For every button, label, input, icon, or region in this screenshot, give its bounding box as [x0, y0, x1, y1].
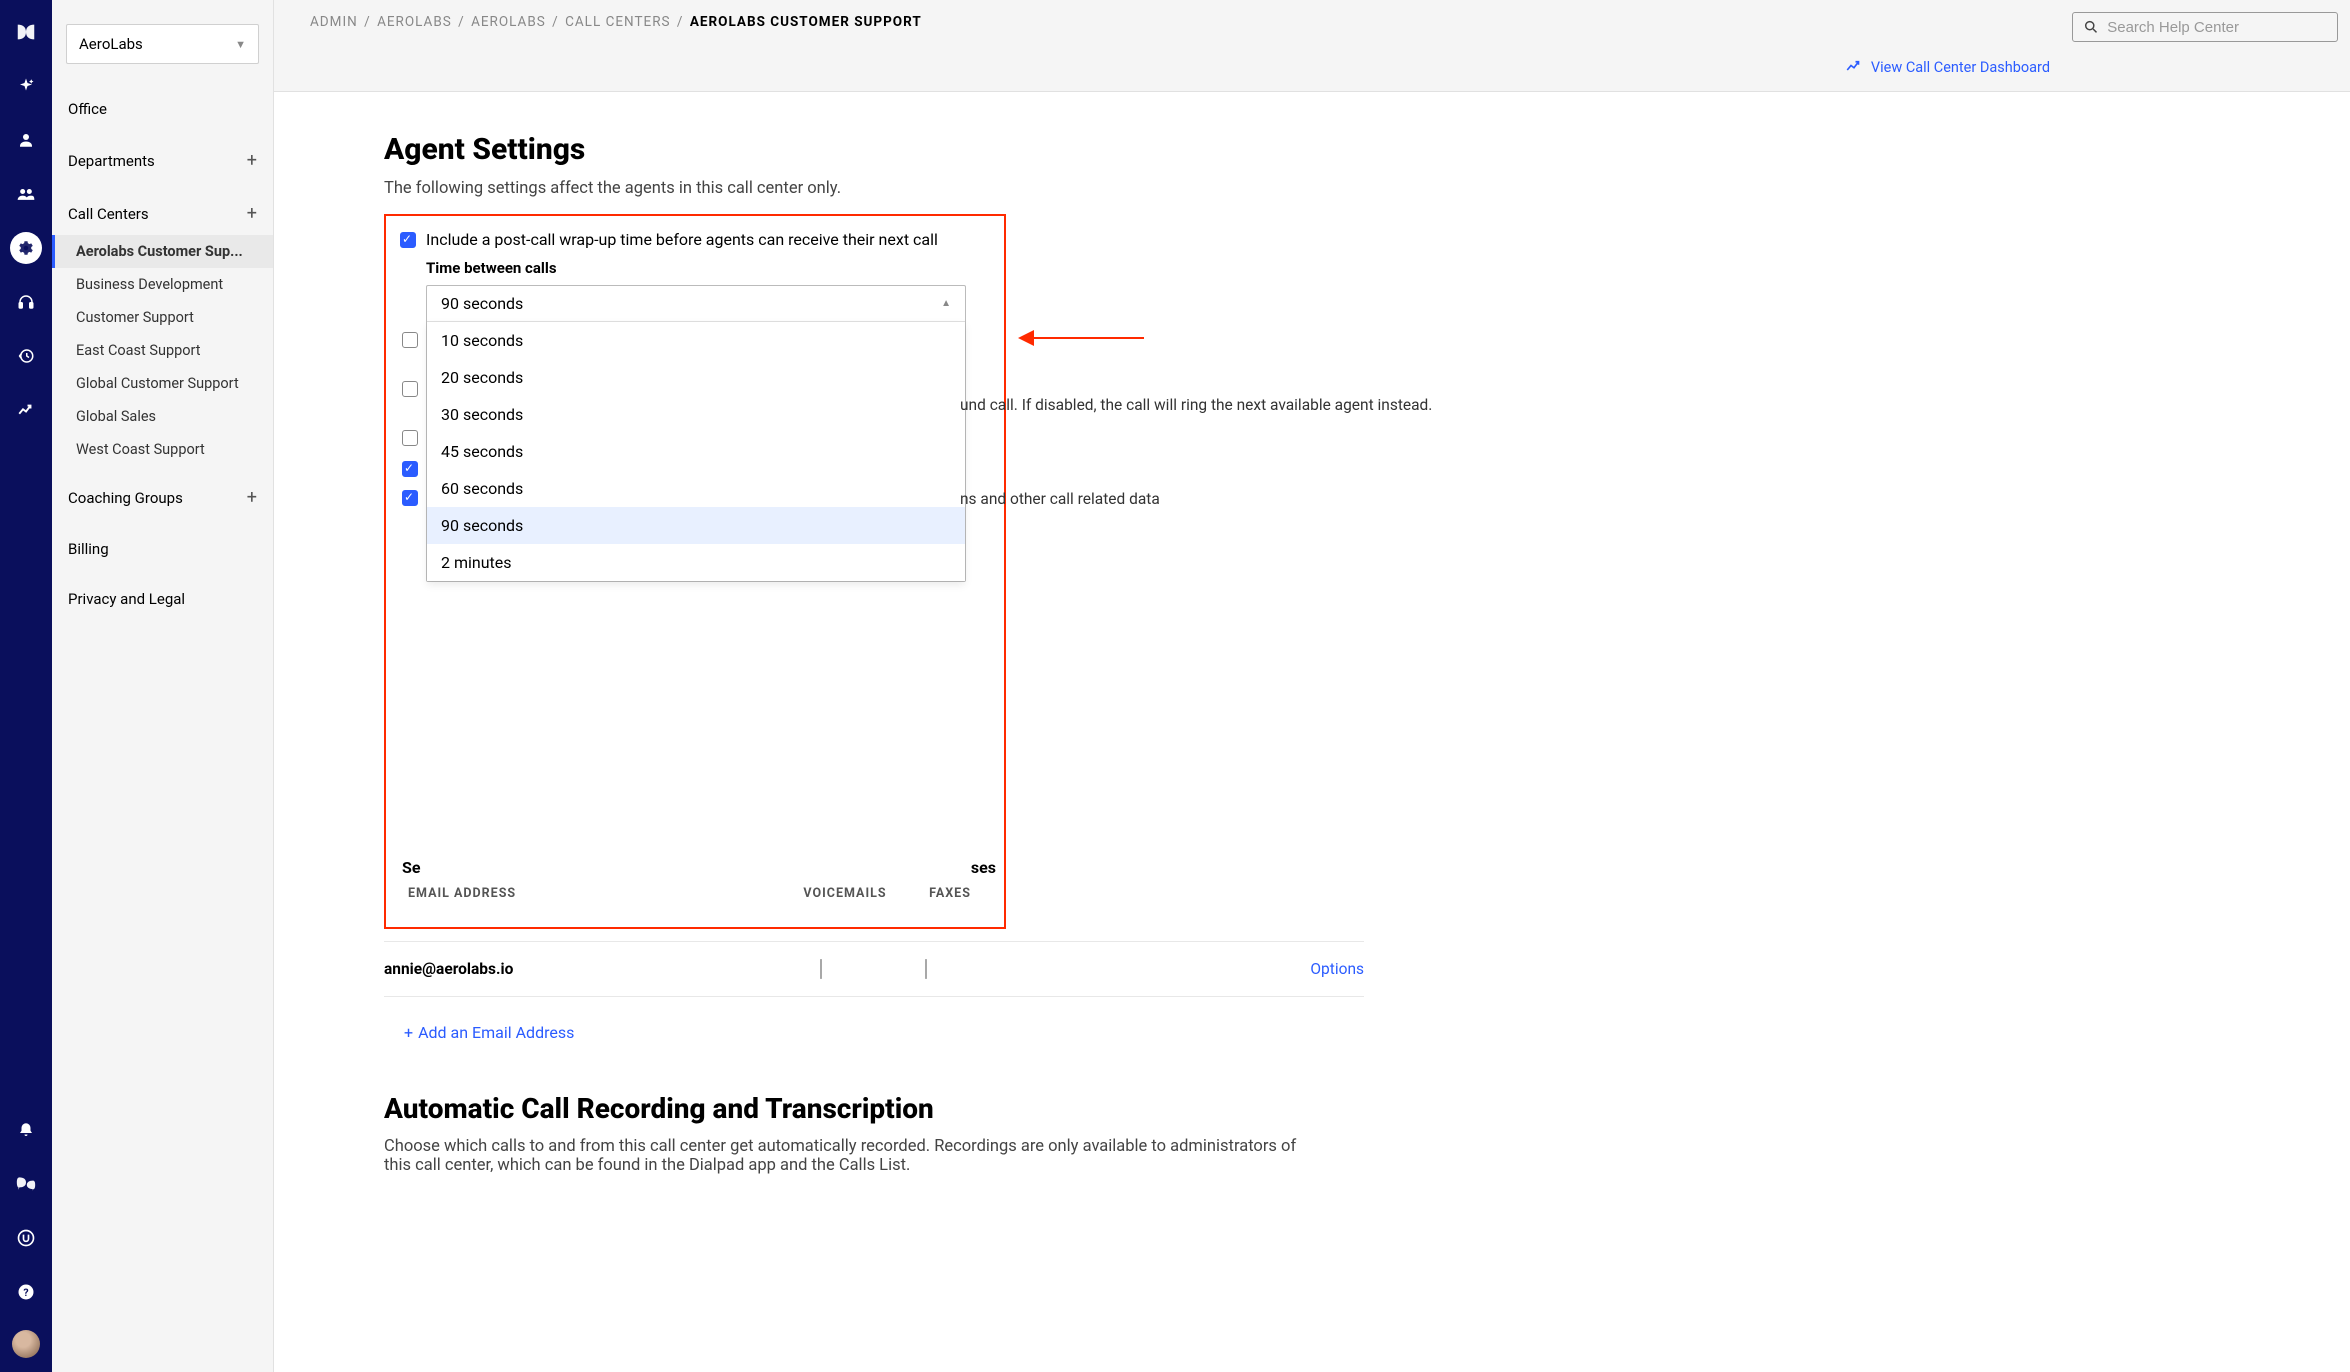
partial-se: Se — [402, 858, 421, 877]
email-row: annie@aerolabs.io Options — [384, 941, 1364, 997]
recording-title: Automatic Call Recording and Transcripti… — [384, 1092, 2290, 1125]
opt-45s[interactable]: 45 seconds — [427, 433, 965, 470]
col-fax: FAXES — [910, 886, 990, 901]
opt-30s[interactable]: 30 seconds — [427, 396, 965, 433]
nav-departments[interactable]: Departments + — [52, 139, 273, 182]
fax-checkbox[interactable] — [925, 959, 927, 979]
sparkle-icon[interactable] — [10, 70, 42, 102]
nav-privacy[interactable]: Privacy and Legal — [52, 579, 273, 619]
trend-icon — [1845, 58, 1863, 76]
partial-data-text: ns and other call related data — [960, 490, 1160, 508]
search-input[interactable] — [2107, 19, 2327, 36]
u-icon[interactable] — [10, 1222, 42, 1254]
crumb-current: AEROLABS CUSTOMER SUPPORT — [690, 14, 922, 30]
headset-icon[interactable] — [10, 286, 42, 318]
analytics-icon[interactable] — [10, 394, 42, 426]
chevron-up-icon: ▲ — [941, 298, 951, 309]
obscured-checkbox-2[interactable] — [402, 381, 418, 397]
sidebar-item-global-sales[interactable]: Global Sales — [52, 400, 273, 433]
bell-icon[interactable] — [10, 1114, 42, 1146]
partial-disabled-text: und call. If disabled, the call will rin… — [960, 396, 1432, 414]
col-vm: VOICEMAILS — [780, 886, 910, 901]
top-bar: ADMIN / AEROLABS / AEROLABS / CALL CENTE… — [274, 0, 2350, 92]
obscured-checkbox-4[interactable] — [402, 461, 418, 477]
nav-billing[interactable]: Billing — [52, 529, 273, 569]
svg-text:?: ? — [23, 1286, 28, 1299]
obscured-checkbox-5[interactable] — [402, 490, 418, 506]
chat-icon[interactable] — [10, 1168, 42, 1200]
nav-office[interactable]: Office — [52, 89, 273, 129]
sidebar-item-aerolabs-cs[interactable]: Aerolabs Customer Sup... — [52, 235, 273, 268]
search-box[interactable] — [2072, 12, 2338, 42]
avatar[interactable] — [12, 1330, 40, 1358]
opt-90s[interactable]: 90 seconds — [427, 507, 965, 544]
person-icon[interactable] — [10, 124, 42, 156]
main: ADMIN / AEROLABS / AEROLABS / CALL CENTE… — [274, 0, 2350, 1372]
sidebar-item-bizdev[interactable]: Business Development — [52, 268, 273, 301]
sidebar-item-east[interactable]: East Coast Support — [52, 334, 273, 367]
history-icon[interactable] — [10, 340, 42, 372]
crumb-aerolabs1[interactable]: AEROLABS — [377, 14, 452, 30]
view-dashboard-link[interactable]: View Call Center Dashboard — [1845, 58, 2050, 76]
crumb-callcenters[interactable]: CALL CENTERS — [565, 14, 670, 30]
group-icon[interactable] — [10, 178, 42, 210]
search-icon — [2083, 18, 2099, 36]
add-email-link[interactable]: + Add an Email Address — [404, 1023, 574, 1042]
email-address: annie@aerolabs.io — [384, 960, 756, 978]
section-desc: The following settings affect the agents… — [384, 179, 2290, 198]
vm-checkbox[interactable] — [820, 959, 822, 979]
annotation-arrow — [1018, 330, 1144, 346]
opt-60s[interactable]: 60 seconds — [427, 470, 965, 507]
crumb-aerolabs2[interactable]: AEROLABS — [471, 14, 546, 30]
plus-icon[interactable]: + — [247, 203, 257, 224]
obscured-checkbox-1[interactable] — [402, 332, 418, 348]
help-icon[interactable]: ? — [10, 1276, 42, 1308]
org-name: AerоLabs — [79, 35, 143, 53]
chevron-down-icon: ▼ — [235, 38, 246, 51]
col-email: EMAIL ADDRESS — [408, 886, 780, 901]
plus-icon[interactable]: + — [247, 150, 257, 171]
content: Agent Settings The following settings af… — [274, 92, 2350, 1372]
time-selected: 90 seconds — [441, 294, 523, 313]
opt-20s[interactable]: 20 seconds — [427, 359, 965, 396]
highlight-box: Include a post-call wrap-up time before … — [384, 214, 1006, 929]
time-dropdown: 10 seconds 20 seconds 30 seconds 45 seco… — [427, 321, 965, 581]
crumb-admin[interactable]: ADMIN — [310, 14, 358, 30]
time-label: Time between calls — [426, 259, 990, 277]
org-selector[interactable]: AerоLabs ▼ — [66, 24, 259, 64]
nav-coaching[interactable]: Coaching Groups + — [52, 476, 273, 519]
breadcrumb: ADMIN / AEROLABS / AEROLABS / CALL CENTE… — [310, 14, 2322, 30]
time-select[interactable]: 90 seconds ▲ 10 seconds 20 seconds 30 se… — [426, 285, 966, 582]
obscured-checkbox-3[interactable] — [402, 430, 418, 446]
page-title: Agent Settings — [384, 132, 2290, 167]
nav-call-centers[interactable]: Call Centers + — [52, 192, 273, 235]
logo-icon[interactable] — [10, 16, 42, 48]
icon-rail: ? — [0, 0, 52, 1372]
opt-10s[interactable]: 10 seconds — [427, 322, 965, 359]
wrapup-checkbox[interactable] — [400, 232, 416, 248]
sidebar-item-cs[interactable]: Customer Support — [52, 301, 273, 334]
sidebar: AerоLabs ▼ Office Departments + Call Cen… — [52, 0, 274, 1372]
recording-desc: Choose which calls to and from this call… — [384, 1137, 1304, 1175]
opt-2m[interactable]: 2 minutes — [427, 544, 965, 581]
plus-icon: + — [404, 1023, 413, 1042]
options-link[interactable]: Options — [1310, 960, 1364, 978]
wrapup-label: Include a post-call wrap-up time before … — [426, 230, 938, 249]
plus-icon[interactable]: + — [247, 487, 257, 508]
settings-icon[interactable] — [10, 232, 42, 264]
partial-ses: ses — [971, 858, 996, 877]
sidebar-item-global-cs[interactable]: Global Customer Support — [52, 367, 273, 400]
sidebar-item-west[interactable]: West Coast Support — [52, 433, 273, 466]
